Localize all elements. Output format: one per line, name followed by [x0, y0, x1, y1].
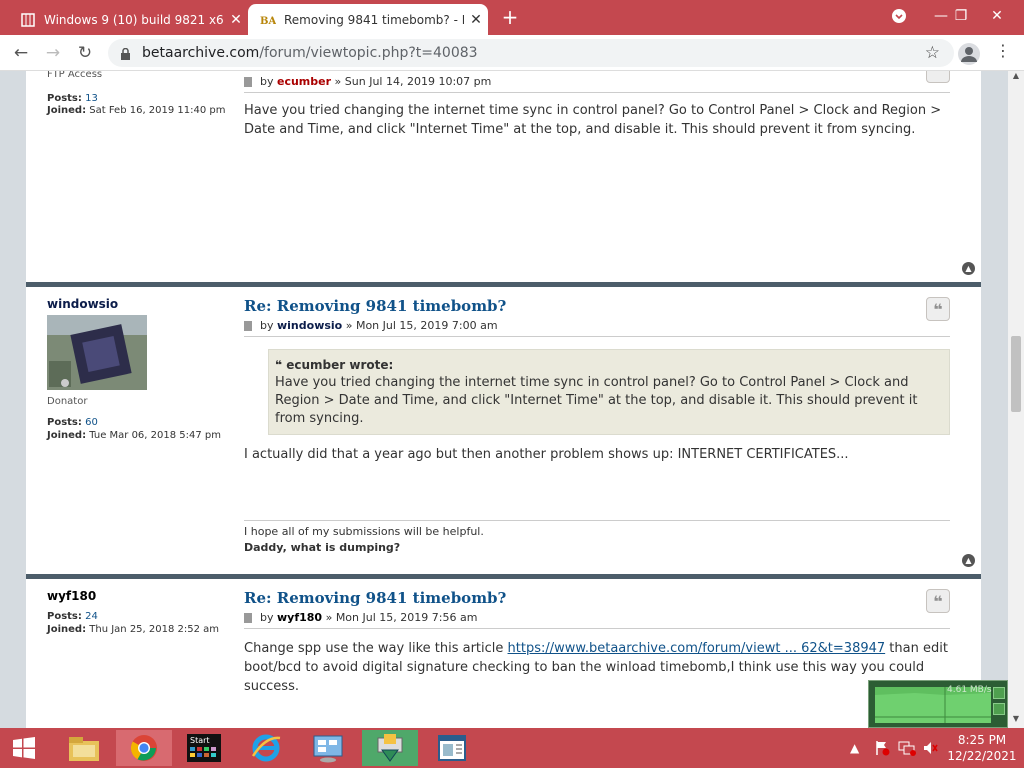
url-text: betaarchive.com/forum/viewtopic.php?t=40… [142, 45, 478, 61]
back-to-top-icon[interactable]: ▲ [962, 554, 975, 567]
post-quote: ❝ ecumber wrote: Have you tried changing… [268, 349, 950, 435]
quote-button[interactable]: ❝ [926, 71, 950, 83]
new-tab-button[interactable]: + [498, 6, 522, 28]
browser-toolbar: ← → ↻ betaarchive.com/forum/viewtopic.ph… [0, 35, 1024, 71]
start-windows-icon[interactable] [0, 730, 48, 766]
scroll-thumb[interactable] [1011, 336, 1021, 412]
quote-button[interactable]: ❝ [926, 297, 950, 321]
username[interactable]: windowsio [47, 297, 242, 311]
svg-text:Start: Start [190, 736, 210, 745]
signature: I hope all of my submissions will be hel… [244, 520, 950, 554]
browser-tab-2[interactable]: BA Removing 9841 timebomb? - Bet ✕ [248, 4, 488, 35]
scroll-up-icon[interactable]: ▲ [1008, 71, 1024, 85]
post-wyf180: wyf180 Posts: 24 Joined: Thu Jan 25, 201… [26, 589, 981, 728]
joined-date: Joined: Sat Feb 16, 2019 11:40 pm [47, 105, 226, 116]
document-app-icon[interactable] [424, 730, 480, 766]
post-title[interactable]: Re: Removing 9841 timebomb? [244, 589, 950, 607]
post-profile: wyf180 Posts: 24 Joined: Thu Jan 25, 201… [47, 589, 242, 635]
post-separator [26, 574, 981, 579]
post-author[interactable]: wyf180 [277, 611, 322, 624]
post-separator [26, 282, 981, 287]
post-body: Re: Removing 9841 timebomb? by windowsio… [244, 297, 950, 464]
user-rank: Donator [47, 396, 88, 407]
post-byline: by wyf180 » Mon Jul 15, 2019 7:56 am [244, 611, 950, 629]
scroll-down-icon[interactable]: ▼ [1008, 714, 1024, 728]
back-icon[interactable]: ← [8, 40, 34, 66]
reload-icon[interactable]: ↻ [72, 40, 98, 66]
article-link[interactable]: https://www.betaarchive.com/forum/viewt … [508, 641, 886, 656]
bookmark-star-icon[interactable]: ☆ [925, 43, 940, 63]
browser-menu-icon[interactable]: ⋮ [994, 41, 1012, 60]
profile-avatar-icon[interactable] [958, 43, 980, 65]
joined-date: Joined: Tue Mar 06, 2018 5:47 pm [47, 430, 222, 441]
browser-tab-1[interactable]: Windows 9 (10) build 9821 x64 D ✕ [8, 4, 248, 35]
clock-date: 12/22/2021 [947, 749, 1017, 763]
post-icon [244, 320, 252, 331]
post-title[interactable]: Re: Removing 9841 timebomb? [244, 297, 950, 315]
post-author[interactable]: windowsio [277, 319, 342, 332]
post-icon [244, 76, 252, 87]
network-app-icon[interactable] [300, 730, 356, 766]
file-explorer-icon[interactable] [56, 730, 112, 766]
internet-explorer-icon[interactable] [238, 730, 294, 766]
start-app-icon[interactable]: Start [176, 730, 232, 766]
post-content: Change spp use the way like this article… [244, 641, 948, 694]
post-byline: by windowsio » Mon Jul 15, 2019 7:00 am [244, 319, 950, 337]
post-count: Posts: 13 [47, 93, 98, 104]
post-ecumber: FTP Access Posts: 13 Joined: Sat Feb 16,… [26, 71, 981, 281]
svg-text:BA: BA [260, 16, 276, 27]
tab-strip: Windows 9 (10) build 9821 x64 D ✕ BA Rem… [0, 0, 1024, 35]
post-author[interactable]: ecumber [277, 75, 331, 88]
network-meter-widget[interactable]: 4.61 MB/s [868, 680, 1008, 728]
tab-title: Windows 9 (10) build 9821 x64 D [44, 12, 224, 27]
clock-time: 8:25 PM [957, 733, 1007, 747]
betaarchive-favicon-icon: BA [260, 12, 276, 28]
network-rate: 4.61 MB/s [947, 685, 992, 695]
restore-icon[interactable]: ❐ [944, 0, 978, 32]
post-body: Re: Removing 9841 timebomb? by wyf180 » … [244, 589, 950, 696]
page-viewport: FTP Access Posts: 13 Joined: Sat Feb 16,… [0, 71, 1008, 728]
quote-button[interactable]: ❝ [926, 589, 950, 613]
back-to-top-icon[interactable]: ▲ [962, 262, 975, 275]
system-clock[interactable]: 8:25 PM 12/22/2021 [946, 732, 1018, 764]
quote-author: ❝ ecumber wrote: [275, 358, 394, 372]
taskbar: Start ▲ 8:25 PM 12/22/2021 [0, 728, 1024, 768]
user-rank: FTP Access [47, 71, 103, 80]
volume-muted-icon[interactable] [922, 728, 938, 768]
username[interactable]: wyf180 [47, 589, 242, 603]
post-content: Have you tried changing the internet tim… [244, 103, 942, 137]
post-content: I actually did that a year ago but then … [244, 447, 849, 462]
flag-icon[interactable] [874, 728, 890, 768]
tab-search-icon[interactable] [882, 0, 916, 32]
close-window-icon[interactable]: ✕ [980, 0, 1014, 32]
page-scrollbar[interactable]: ▲ ▼ [1008, 71, 1024, 728]
close-tab-icon[interactable]: ✕ [224, 12, 248, 28]
post-count: Posts: 60 [47, 417, 98, 428]
user-avatar [47, 315, 147, 390]
post-windowsio: windowsio Donator Posts: 60 Joined: Tue … [26, 297, 981, 571]
lock-icon [120, 46, 131, 65]
quote-mark-icon: ❝ [275, 358, 283, 372]
address-bar[interactable]: betaarchive.com/forum/viewtopic.php?t=40… [108, 39, 954, 67]
meter-close-icon[interactable] [993, 687, 1005, 699]
network-tray-icon[interactable] [898, 728, 916, 768]
post-icon [244, 612, 252, 623]
windows-favicon-icon [20, 12, 36, 28]
chrome-icon[interactable] [116, 730, 172, 766]
post-profile: windowsio Donator Posts: 60 Joined: Tue … [47, 297, 242, 441]
meter-collapse-icon[interactable] [993, 703, 1005, 715]
post-byline: by ecumber » Sun Jul 14, 2019 10:07 pm [244, 75, 950, 93]
post-count: Posts: 24 [47, 611, 98, 622]
forward-icon[interactable]: → [40, 40, 66, 66]
tab-title: Removing 9841 timebomb? - Bet [284, 12, 464, 27]
quote-text: Have you tried changing the internet tim… [275, 375, 918, 426]
close-tab-icon[interactable]: ✕ [464, 12, 488, 28]
tray-overflow-icon[interactable]: ▲ [850, 728, 864, 768]
download-app-icon[interactable] [362, 730, 418, 766]
forum-wrap: FTP Access Posts: 13 Joined: Sat Feb 16,… [26, 71, 981, 728]
joined-date: Joined: Thu Jan 25, 2018 2:52 am [47, 624, 220, 635]
